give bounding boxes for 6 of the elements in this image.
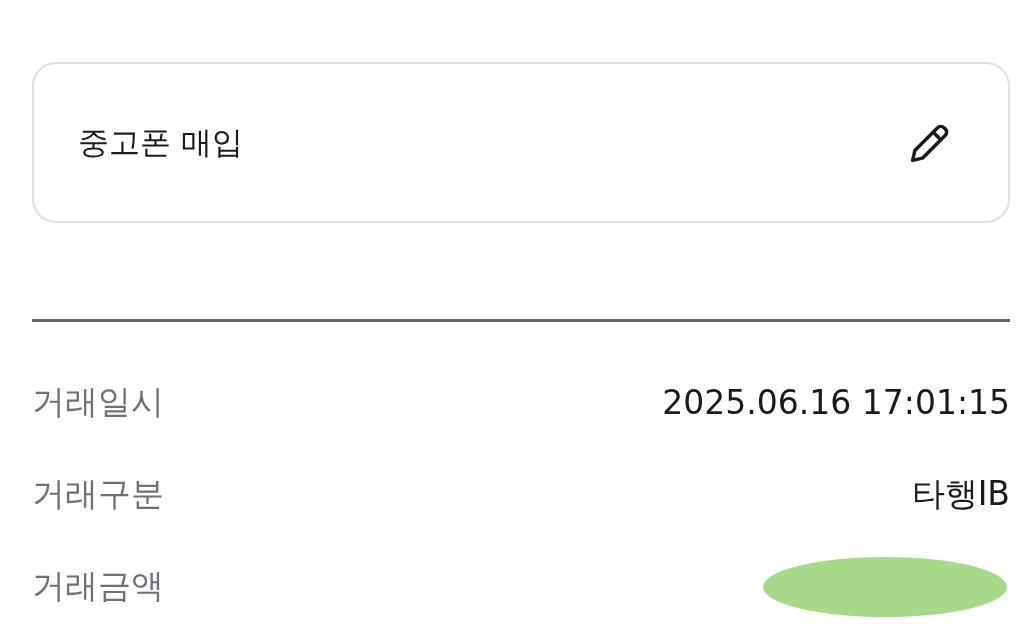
detail-label: 거래금액	[32, 564, 164, 607]
detail-value: 2025.06.16 17:01:15	[662, 382, 1010, 422]
detail-label: 거래구분	[32, 472, 164, 515]
detail-value: 타행IB	[911, 472, 1010, 515]
detail-label: 거래일시	[32, 380, 164, 423]
card-title: 중고폰 매입	[78, 122, 243, 162]
